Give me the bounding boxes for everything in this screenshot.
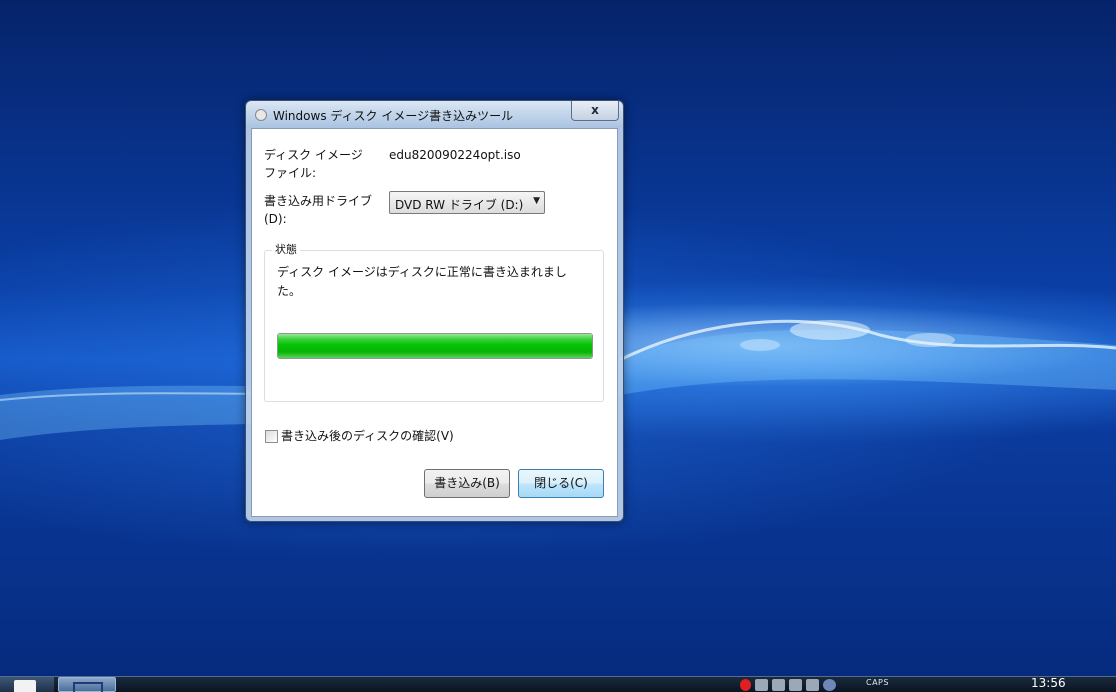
chevron-down-icon: ▼: [533, 196, 540, 206]
window-close-button[interactable]: x: [571, 101, 619, 121]
caps-lock-indicator: CAPS: [866, 678, 889, 687]
verify-disc-checkbox[interactable]: [265, 430, 278, 443]
document-icon: [14, 680, 36, 692]
burner-drive-select[interactable]: DVD RW ドライブ (D:) ▼: [389, 191, 545, 214]
volume-icon[interactable]: [772, 679, 785, 691]
close-button[interactable]: 閉じる(C): [518, 469, 604, 498]
system-tray: [740, 679, 836, 692]
status-group-title: 状態: [272, 241, 300, 257]
status-message: ディスク イメージはディスクに正常に書き込まれました。: [277, 265, 567, 298]
alert-icon[interactable]: [740, 679, 751, 691]
power-icon[interactable]: [789, 679, 802, 691]
burn-progress-bar: [277, 333, 593, 359]
progress-fill: [278, 334, 592, 358]
taskbar-item-disc-burner[interactable]: [58, 677, 116, 692]
image-file-label: ディスク イメージ ファイル:: [264, 148, 363, 180]
disc-image-burner-dialog: Windows ディスク イメージ書き込みツール x ディスク イメージ ファイ…: [245, 100, 624, 522]
taskbar-clock[interactable]: 13:56: [1031, 676, 1066, 690]
dialog-content: ディスク イメージ ファイル: edu820090224opt.iso 書き込み…: [251, 128, 618, 517]
image-file-value: edu820090224opt.iso: [389, 148, 521, 162]
disc-burner-app-icon: [255, 109, 267, 121]
selected-drive: DVD RW ドライブ (D:): [395, 198, 524, 212]
burner-drive-label: 書き込み用ドライブ (D):: [264, 194, 373, 226]
network-icon[interactable]: [755, 679, 768, 691]
dialog-title: Windows ディスク イメージ書き込みツール: [273, 109, 514, 123]
verify-disc-label[interactable]: 書き込み後のディスクの確認(V): [281, 427, 454, 444]
security-icon[interactable]: [806, 679, 819, 691]
language-icon[interactable]: [823, 679, 836, 691]
taskbar: CAPS 13:56: [0, 676, 1116, 692]
start-button[interactable]: [0, 677, 54, 692]
dialog-titlebar[interactable]: Windows ディスク イメージ書き込みツール x: [246, 101, 623, 128]
burn-button[interactable]: 書き込み(B): [424, 469, 510, 498]
